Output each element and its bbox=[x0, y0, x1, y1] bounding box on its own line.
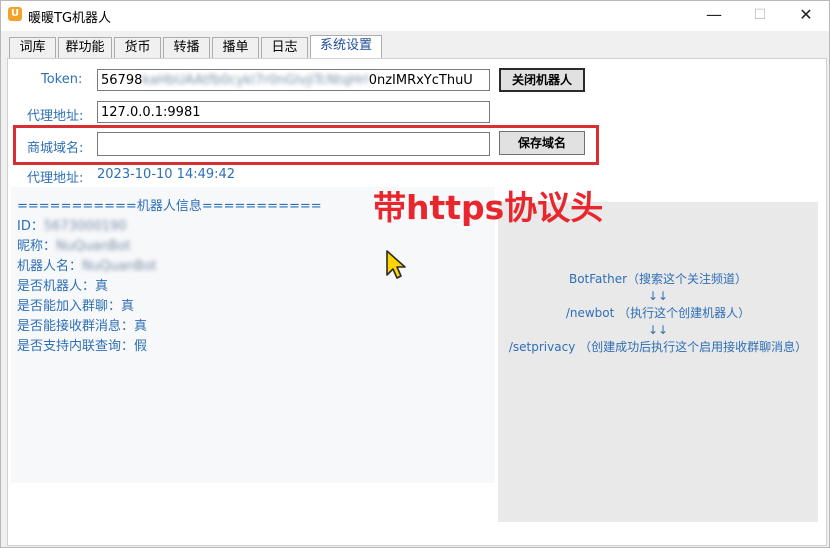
proxy-label: 代理地址: bbox=[27, 109, 84, 124]
token-input[interactable]: 56798kaHbUAAtfb0cykl7r0nGlvjiTcNtqHrl0nz… bbox=[97, 69, 490, 91]
guide-line-newbot: /newbot （执行这个创建机器人） bbox=[565, 306, 751, 320]
guide-text: BotFather（搜索这个关注频道） ↓↓ /newbot （执行这个创建机器… bbox=[498, 271, 818, 356]
mouse-cursor-icon bbox=[386, 250, 406, 279]
bot-id-value: 5673000190 bbox=[43, 219, 127, 234]
proxy-time-label: 代理地址: bbox=[27, 171, 84, 186]
bot-id-row: ID：5673000190 bbox=[17, 217, 322, 237]
app-window: U 暖暖TG机器人 — ☐ ✕ 词库 群功能 货币 转播 播单 日志 系统设置 … bbox=[0, 0, 830, 548]
https-annotation: 带https协议头 bbox=[373, 188, 604, 227]
window-title: 暖暖TG机器人 bbox=[28, 11, 112, 26]
is-bot-row: 是否机器人：真 bbox=[17, 279, 109, 294]
can-join-groups-row: 是否能加入群聊：真 bbox=[17, 299, 135, 314]
tab-lexicon[interactable]: 词库 bbox=[9, 37, 56, 58]
bot-username-value: NuQuanBot bbox=[82, 259, 157, 274]
token-label: Token: bbox=[41, 72, 83, 87]
guide-arrow-2: ↓↓ bbox=[647, 323, 669, 337]
guide-line-setprivacy: /setprivacy （创建成功后执行这个启用接收群聊消息） bbox=[508, 340, 808, 354]
bot-username-row: 机器人名：NuQuanBot bbox=[17, 257, 322, 277]
guide-arrow-1: ↓↓ bbox=[647, 289, 669, 303]
can-read-group-messages-row: 是否能接收群消息：真 bbox=[17, 319, 148, 334]
guide-panel bbox=[498, 202, 818, 522]
bot-nickname-value: NuQuanBot bbox=[56, 239, 131, 254]
close-bot-button[interactable]: 关闭机器人 bbox=[499, 68, 585, 92]
bot-info-list: ===========机器人信息=========== ID：567300019… bbox=[17, 197, 322, 357]
highlight-box bbox=[13, 125, 599, 165]
maximize-button[interactable]: ☐ bbox=[737, 1, 783, 31]
title-bar: U 暖暖TG机器人 — ☐ ✕ bbox=[1, 1, 829, 31]
tab-broadcast-list[interactable]: 播单 bbox=[212, 37, 259, 58]
proxy-input[interactable]: 127.0.0.1:9981 bbox=[97, 101, 490, 123]
tab-group-features[interactable]: 群功能 bbox=[58, 37, 112, 58]
guide-line-botfather: BotFather（搜索这个关注频道） bbox=[568, 272, 748, 286]
tab-currency[interactable]: 货币 bbox=[114, 37, 161, 58]
token-masked-segment: kaHbUAAtfb0cykl7r0nGlvjiTcNtqHrl bbox=[142, 73, 369, 88]
minimize-button[interactable]: — bbox=[691, 1, 737, 31]
tab-log[interactable]: 日志 bbox=[261, 37, 308, 58]
close-button[interactable]: ✕ bbox=[783, 1, 829, 31]
tab-system-settings[interactable]: 系统设置 bbox=[310, 35, 382, 59]
bot-info-header: ===========机器人信息=========== bbox=[17, 199, 322, 214]
supports-inline-queries-row: 是否支持内联查询：假 bbox=[17, 339, 148, 354]
app-icon: U bbox=[8, 7, 22, 21]
token-suffix: 0nzIMRxYcThuU bbox=[368, 73, 473, 88]
bot-nickname-row: 昵称：NuQuanBot bbox=[17, 237, 322, 257]
tab-relay[interactable]: 转播 bbox=[163, 37, 210, 58]
token-prefix: 56798 bbox=[101, 73, 143, 88]
proxy-time-value: 2023-10-10 14:49:42 bbox=[97, 167, 236, 182]
